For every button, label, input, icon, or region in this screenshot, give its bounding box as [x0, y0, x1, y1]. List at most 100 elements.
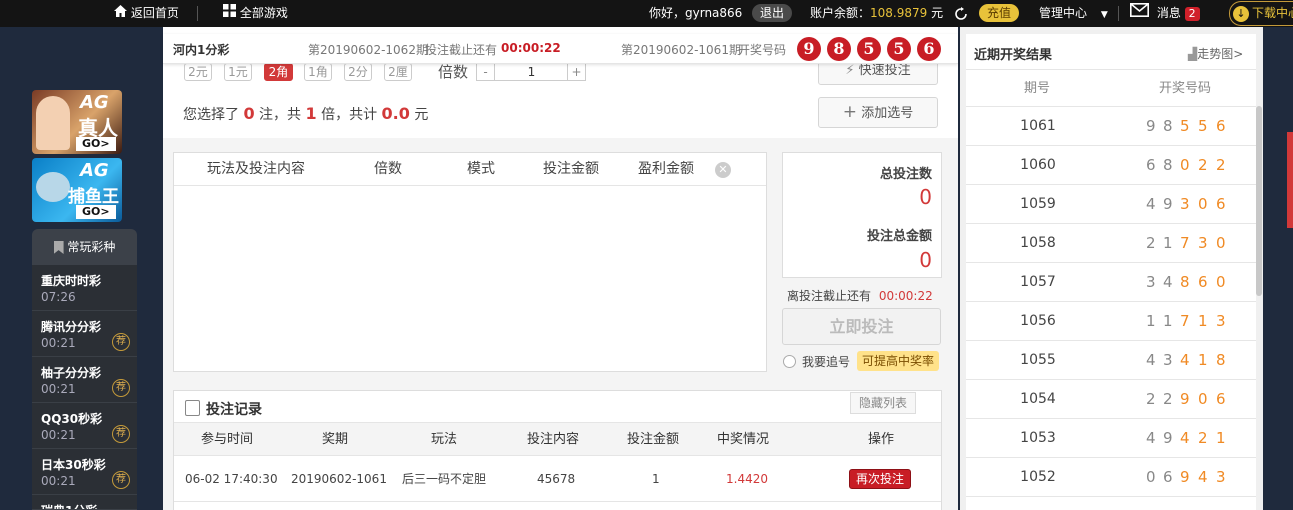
- record-play: 后三一码不定胆: [402, 472, 487, 486]
- fish-figure: [36, 172, 70, 202]
- result-digit: 8: [1163, 156, 1173, 174]
- lottery-name: 柚子分分彩: [41, 366, 102, 380]
- result-digit: 7: [1180, 312, 1190, 330]
- cart-col-header: 倍数: [374, 161, 402, 177]
- result-digit: 4: [1163, 273, 1173, 291]
- scrollbar-thumb[interactable]: [1256, 106, 1262, 296]
- refresh-icon[interactable]: [954, 0, 968, 27]
- lottery-item[interactable]: 重庆时时彩 07:26: [32, 265, 137, 311]
- multiple-stepper: - 1 +: [476, 63, 586, 81]
- clear-cart-icon[interactable]: ✕: [715, 162, 731, 178]
- deadline-label: 离投注截止还有: [787, 289, 872, 303]
- minus-button[interactable]: -: [477, 64, 495, 80]
- result-digit: 6: [1216, 117, 1226, 135]
- selection-summary: 您选择了 0 注，共 1 倍，共计 0.0 元: [183, 104, 428, 124]
- trend-link[interactable]: ▟走势图>: [1188, 45, 1243, 62]
- ag-fish-banner[interactable]: AG 捕鱼王 GO>: [32, 158, 122, 222]
- result-digit: 3: [1163, 351, 1173, 369]
- unit-option[interactable]: 1元: [224, 63, 252, 81]
- result-issue: 1055: [1020, 352, 1056, 368]
- side-tab[interactable]: [1287, 132, 1293, 228]
- lottery-item[interactable]: 腾讯分分彩 00:21 荐: [32, 311, 137, 357]
- all-games-link[interactable]: 全部游戏: [223, 0, 288, 27]
- result-row: 1060 6 8 0 2 2: [966, 146, 1256, 185]
- result-digit: 2: [1198, 156, 1208, 174]
- summary-text: 您选择了: [183, 107, 239, 123]
- result-digit: 0: [1180, 156, 1190, 174]
- records-col-header: 投注内容: [527, 432, 580, 447]
- records-col-header: 操作: [868, 432, 895, 447]
- ag-live-banner[interactable]: AG 真人 GO>: [32, 90, 122, 154]
- download-label: 下载中心: [1252, 6, 1293, 20]
- total-count-value: 0: [919, 185, 932, 209]
- result-digit: 4: [1198, 468, 1208, 486]
- trend-label: 走势图>: [1197, 47, 1244, 61]
- message-count-badge: 2: [1184, 7, 1200, 21]
- result-row: 1057 3 4 8 6 0: [966, 263, 1256, 302]
- deadline-time: 00:00:22: [501, 41, 561, 55]
- banner-go: GO>: [76, 205, 116, 219]
- balance-unit: 元: [931, 6, 944, 20]
- hide-list-button[interactable]: 隐藏列表: [850, 392, 916, 414]
- results-header: 期号 开奖号码: [966, 70, 1256, 107]
- multiple-input[interactable]: 1: [496, 64, 567, 80]
- quick-bet-label: 快速投注: [858, 63, 911, 78]
- result-digit: 2: [1216, 156, 1226, 174]
- lottery-time: 00:21: [41, 474, 76, 488]
- messages[interactable]: 消息 2: [1130, 0, 1200, 27]
- chevron-down-icon: ▼: [1100, 10, 1108, 20]
- lottery-item[interactable]: 柚子分分彩 00:21 荐: [32, 357, 137, 403]
- unit-option[interactable]: 2元: [184, 63, 212, 81]
- unit-option[interactable]: 1角: [304, 63, 332, 81]
- result-digit: 9: [1163, 195, 1173, 213]
- manage-label: 管理中心: [1039, 6, 1088, 20]
- lightning-icon: ⚡: [845, 63, 855, 78]
- balance-value: 108.9879: [870, 6, 928, 20]
- result-digit: 4: [1180, 429, 1190, 447]
- lottery-item[interactable]: QQ30秒彩 00:21 荐: [32, 403, 137, 449]
- download-button[interactable]: ↓下载中心: [1229, 1, 1293, 26]
- plus-button[interactable]: +: [567, 64, 585, 80]
- cart-col-header: 模式: [467, 161, 495, 177]
- greeting: 你好，gyrna866: [649, 6, 743, 20]
- unit-option-selected[interactable]: 2角: [264, 63, 293, 81]
- submit-bet-button[interactable]: 立即投注: [782, 308, 941, 345]
- logout-button[interactable]: 退出: [752, 4, 793, 22]
- add-selection-button[interactable]: + 添加选号: [818, 97, 938, 128]
- result-digit: 2: [1163, 390, 1173, 408]
- recharge-button[interactable]: 充值: [979, 4, 1020, 22]
- lottery-name: 腾讯分分彩: [41, 320, 102, 334]
- home-icon: [114, 0, 127, 27]
- all-games-label: 全部游戏: [239, 6, 288, 20]
- chase-radio[interactable]: [783, 355, 796, 368]
- balance: 账户余额：108.9879 元: [810, 0, 943, 27]
- chase-tip-badge: 可提高中奖率: [857, 351, 940, 371]
- draw-ball: 5: [887, 37, 911, 61]
- deadline-time: 00:00:22: [878, 289, 933, 303]
- record-issue: 20190602-1061: [291, 472, 387, 486]
- bet-cart-table: 玩法及投注内容 倍数 模式 投注金额 盈利金额 ✕: [173, 152, 767, 372]
- result-digit: 8: [1163, 117, 1173, 135]
- lottery-item[interactable]: 日本30秒彩 00:21 荐: [32, 449, 137, 495]
- add-selection-label: 添加选号: [861, 106, 914, 121]
- summary-text: 注，共: [259, 107, 302, 123]
- grid-icon: [223, 0, 236, 27]
- result-digit: 1: [1146, 312, 1156, 330]
- rebet-button[interactable]: 再次投注: [849, 469, 912, 489]
- lottery-item[interactable]: 瑞典1分彩: [32, 495, 137, 510]
- result-digit: 0: [1198, 390, 1208, 408]
- unit-option[interactable]: 2分: [344, 63, 372, 81]
- unit-option[interactable]: 2厘: [384, 63, 412, 81]
- result-row: 1054 2 2 9 0 6: [966, 380, 1256, 419]
- result-row: 1052 0 6 9 4 3: [966, 458, 1256, 497]
- home-link[interactable]: 返回首页: [114, 0, 179, 27]
- cart-header: 玩法及投注内容 倍数 模式 投注金额 盈利金额 ✕: [174, 153, 766, 186]
- results-title-bar: 近期开奖结果 ▟走势图>: [966, 34, 1256, 70]
- recent-results-panel: 近期开奖结果 ▟走势图> 期号 开奖号码 1061 9 8 5 5 6 1060 6 8 0 2 2 1…: [966, 34, 1262, 510]
- manage-center[interactable]: 管理中心 ▼: [1039, 0, 1108, 27]
- result-row: 1059 4 9 3 0 6: [966, 185, 1256, 224]
- result-digit: 6: [1216, 195, 1226, 213]
- results-title: 近期开奖结果: [974, 48, 1053, 63]
- result-digit: 6: [1198, 273, 1208, 291]
- draw-ball: 6: [917, 37, 941, 61]
